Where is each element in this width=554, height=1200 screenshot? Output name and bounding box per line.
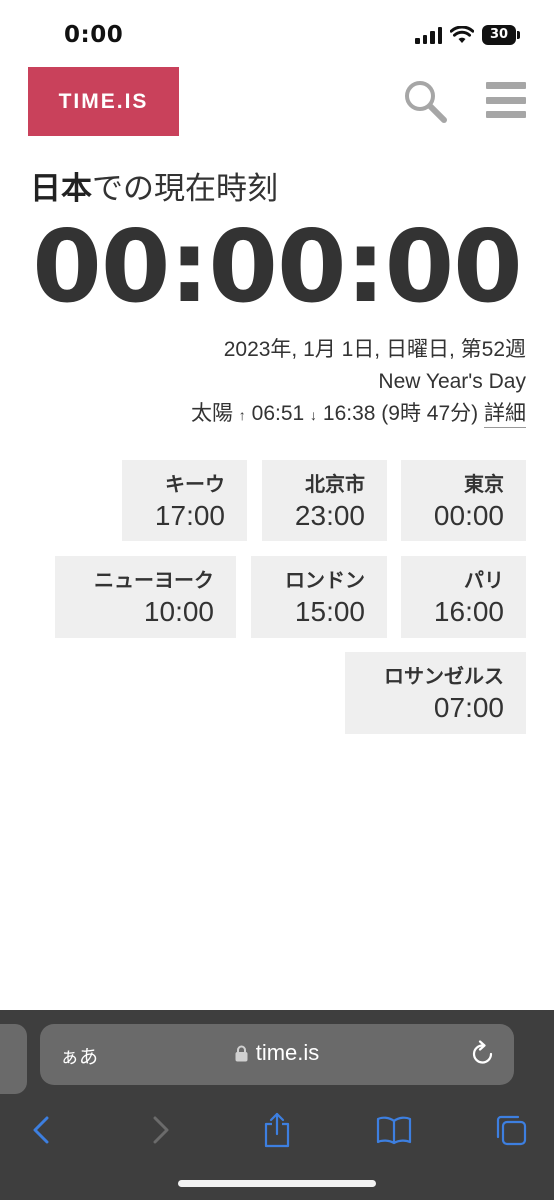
city-tile-tokyo[interactable]: 東京 00:00 <box>401 460 526 541</box>
address-bar[interactable]: ぁあ time.is <box>40 1024 514 1085</box>
city-name: 東京 <box>464 472 504 496</box>
wifi-icon <box>450 26 474 44</box>
url-display[interactable]: time.is <box>40 1040 514 1068</box>
city-tile-los-angeles[interactable]: ロサンゼルス 07:00 <box>345 652 526 734</box>
date-info: 2023年, 1月 1日, 日曜日, 第52週 New Year's Day 太… <box>191 334 526 431</box>
date-line: 2023年, 1月 1日, 日曜日, 第52週 <box>223 338 526 361</box>
city-tile-kyiv[interactable]: キーウ 17:00 <box>122 460 247 541</box>
chevron-left-icon <box>33 1116 49 1144</box>
time-is-logo[interactable]: TIME.IS <box>28 67 179 136</box>
status-bar: 0:00 30 <box>0 0 554 62</box>
sunset-arrow-icon: ↓ <box>310 407 318 423</box>
city-time: 00:00 <box>433 500 504 531</box>
city-time: 16:00 <box>433 596 504 627</box>
browser-toolbar: ぁあ time.is <box>0 1010 554 1200</box>
tabs-icon <box>496 1115 527 1146</box>
city-name: ロサンゼルス <box>384 664 504 688</box>
lock-icon <box>235 1042 248 1068</box>
city-name: パリ <box>464 568 504 592</box>
page-title: 日本での現在時刻 <box>30 163 278 208</box>
tabs-button[interactable] <box>491 1110 531 1150</box>
hamburger-menu-icon[interactable] <box>486 82 526 118</box>
sunrise-arrow-icon: ↑ <box>238 407 246 423</box>
city-name: 北京市 <box>305 472 365 496</box>
cellular-signal-icon <box>415 26 442 44</box>
search-icon[interactable] <box>402 78 448 124</box>
city-tile-london[interactable]: ロンドン 15:00 <box>251 556 387 638</box>
status-icons: 30 <box>415 25 520 45</box>
city-name: ニューヨーク <box>94 568 214 592</box>
city-tile-paris[interactable]: パリ 16:00 <box>401 556 526 638</box>
bookmarks-button[interactable] <box>374 1110 414 1150</box>
city-time: 23:00 <box>294 500 365 531</box>
status-time: 0:00 <box>64 22 124 48</box>
sun-info: 太陽 ↑ 06:51 ↓ 16:38 (9時 47分) 詳細 <box>191 398 526 431</box>
city-time: 15:00 <box>294 596 365 627</box>
url-text: time.is <box>255 1040 320 1065</box>
city-time: 17:00 <box>154 500 225 531</box>
day-length: (9時 47分) <box>381 402 479 425</box>
city-name: キーウ <box>165 472 225 496</box>
home-indicator <box>178 1180 376 1187</box>
battery-icon: 30 <box>482 25 520 45</box>
page-title-country: 日本 <box>30 171 92 207</box>
chevron-right-icon <box>153 1116 169 1144</box>
back-button[interactable] <box>21 1110 61 1150</box>
sunset-time: 16:38 <box>322 402 376 425</box>
sunrise-time: 06:51 <box>251 402 305 425</box>
sun-label: 太陽 <box>190 402 233 425</box>
details-link[interactable]: 詳細 <box>484 402 526 428</box>
reload-icon[interactable] <box>470 1040 496 1072</box>
share-icon <box>264 1112 290 1148</box>
city-time: 07:00 <box>433 692 504 723</box>
book-icon <box>376 1116 412 1145</box>
city-name: ロンドン <box>285 568 365 592</box>
city-tile-new-york[interactable]: ニューヨーク 10:00 <box>55 556 236 638</box>
city-time: 10:00 <box>143 596 214 627</box>
forward-button[interactable] <box>141 1110 181 1150</box>
share-button[interactable] <box>257 1110 297 1150</box>
page-title-rest: での現在時刻 <box>92 171 278 207</box>
city-tile-beijing[interactable]: 北京市 23:00 <box>262 460 387 541</box>
holiday-name[interactable]: New Year's Day <box>191 366 526 398</box>
main-clock: 00:00:00 <box>32 208 522 325</box>
previous-tab-peek[interactable] <box>0 1024 27 1094</box>
